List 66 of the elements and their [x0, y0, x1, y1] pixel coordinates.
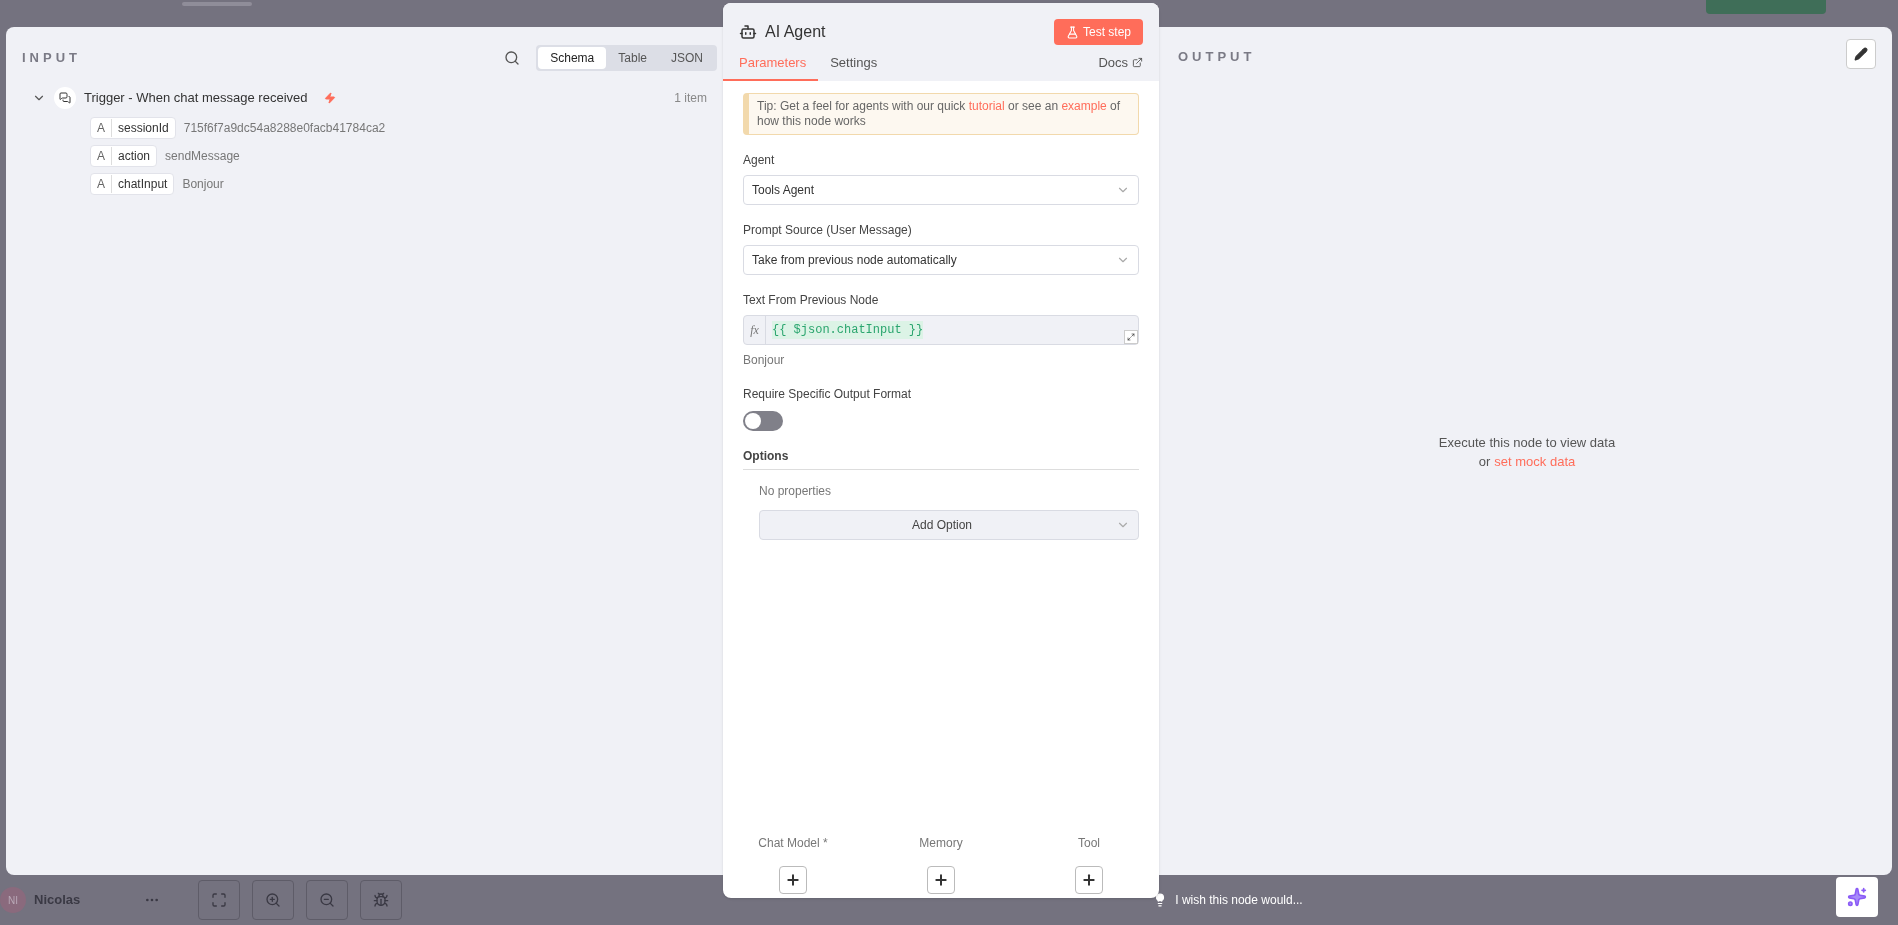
feedback-prompt[interactable]: I wish this node would... — [1175, 891, 1303, 909]
field-key: sessionId — [112, 119, 175, 137]
output-title: OUTPUT — [1178, 48, 1257, 67]
debug-button[interactable] — [360, 880, 403, 920]
add-option-button[interactable]: Add Option — [759, 509, 1139, 540]
toggle-switch[interactable] — [743, 410, 783, 431]
add-connection-button[interactable] — [927, 866, 955, 894]
field-label: Require Specific Output Format — [743, 385, 913, 403]
field-key: chatInput — [112, 175, 174, 193]
edit-button[interactable] — [1846, 39, 1876, 69]
tip-text: Tip: Get a feel for agents with our quick tutorial or see an example of how this node works — [743, 92, 1139, 135]
expression-code: {{ $json.chatInput }} — [772, 320, 924, 339]
search-icon[interactable] — [504, 50, 521, 66]
flask-icon — [1065, 25, 1079, 39]
fit-view-icon — [211, 892, 228, 908]
robot-icon — [739, 23, 757, 41]
add-connection-button[interactable] — [779, 866, 807, 894]
avatar: NI — [0, 887, 26, 913]
connector-label: Memory — [919, 835, 963, 852]
panel-title: AI Agent — [765, 22, 827, 42]
field-value: sendMessage — [165, 148, 240, 165]
connector-label: Chat Model * — [758, 835, 828, 852]
zoom-out-icon — [319, 892, 336, 908]
lightning-icon — [323, 92, 336, 104]
node-name: Trigger - When chat message received — [84, 89, 308, 108]
type-label: A — [91, 119, 112, 137]
connector-label: Tool — [1078, 835, 1100, 852]
empty-message: Execute this node to view data — [1438, 433, 1616, 452]
add-connection-button[interactable] — [1075, 866, 1103, 894]
sparkles-icon — [1847, 887, 1867, 907]
no-properties-text: No properties — [759, 482, 833, 500]
field-label: Prompt Source (User Message) — [743, 221, 913, 239]
input-title: INPUT — [22, 49, 82, 68]
field-value: Bonjour — [182, 176, 224, 193]
or-text: or — [1478, 453, 1491, 471]
type-label: A — [91, 175, 112, 193]
panel-tab[interactable]: Settings — [818, 53, 890, 81]
field-label: Agent — [743, 151, 776, 169]
chat-bubbles-icon — [59, 92, 71, 104]
expression-field[interactable]: fx {{ $json.chatInput }} — [743, 314, 1139, 345]
select-field[interactable]: Tools Agent — [743, 174, 1139, 205]
field-key: action — [112, 147, 157, 165]
item-count: 1 item — [674, 90, 707, 107]
docs-link[interactable]: Docs — [1098, 53, 1143, 81]
external-link-icon — [1132, 57, 1143, 69]
view-tab[interactable]: Schema — [538, 47, 607, 69]
pencil-icon — [1854, 47, 1868, 61]
ai-assistant-button[interactable] — [1836, 877, 1878, 917]
user-name: Nicolas — [34, 891, 81, 910]
zoom-out-button[interactable] — [306, 880, 349, 920]
view-tab[interactable]: Table — [606, 47, 659, 69]
expand-icon[interactable] — [1124, 329, 1138, 344]
type-label: A — [91, 147, 112, 165]
plus-icon — [933, 872, 949, 888]
select-field[interactable]: Take from previous node automatically — [743, 244, 1139, 275]
field-value: 715f6f7a9dc54a8288e0facb41784ca2 — [183, 120, 386, 137]
view-tab[interactable]: JSON — [659, 47, 715, 69]
zoom-in-icon — [265, 892, 282, 908]
field-label: Text From Previous Node — [743, 291, 880, 309]
plus-icon — [785, 872, 801, 888]
plus-icon — [1081, 872, 1097, 888]
zoom-in-button[interactable] — [252, 880, 295, 920]
fx-label: fx — [744, 315, 766, 344]
options-title: Options — [743, 446, 1139, 470]
bug-icon — [373, 892, 390, 908]
expression-result: Bonjour — [743, 351, 786, 369]
